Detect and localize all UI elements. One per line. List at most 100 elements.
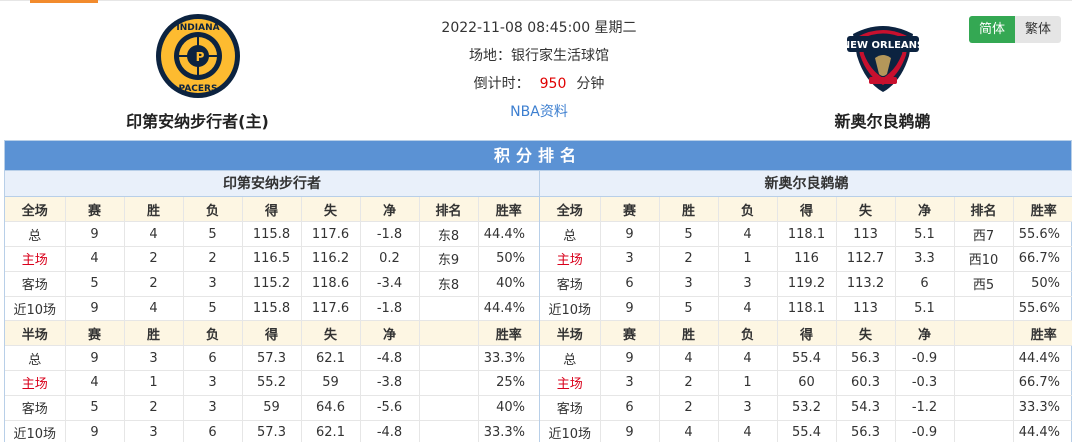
table-cell: 4 — [124, 221, 184, 248]
away-team[interactable]: NEW ORLEANS 新奥尔良鹈鹕 — [795, 12, 970, 132]
table-cell: 113.2 — [836, 271, 896, 297]
standings-section: 积分排名 印第安纳步行者 全场赛胜负得失净排名 胜率总 9 4 5 115.8 117.6-… — [4, 140, 1072, 442]
table-cell: -1.8 — [360, 296, 420, 322]
table-header-cell: 胜 — [659, 197, 719, 223]
table-cell: 东9 — [419, 246, 479, 272]
table-cell — [419, 420, 479, 442]
table-cell: 56.3 — [836, 420, 896, 442]
pelicans-logo-icon: NEW ORLEANS — [839, 12, 927, 100]
table-cell: 116.5 — [242, 246, 302, 272]
table-row: 近10场 9 5 4 118.1 113 5.1 55.6% — [540, 296, 1072, 322]
table-cell: 东8 — [419, 271, 479, 297]
table-cell: 55.6% — [1013, 221, 1072, 248]
table-header-row: 半场赛胜负得失净 胜率 — [540, 320, 1072, 347]
table-cell: 115.8 — [242, 296, 302, 322]
table-cell: -0.9 — [895, 420, 955, 442]
table-cell: 50% — [1013, 271, 1072, 297]
table-header-cell: 得 — [242, 320, 302, 347]
table-cell: 6 — [600, 395, 660, 421]
table-cell — [954, 296, 1014, 322]
table-header-cell: 负 — [183, 197, 243, 223]
away-panel-title: 新奥尔良鹈鹕 — [540, 170, 1072, 197]
table-header-cell: 胜 — [124, 320, 184, 347]
table-cell: 40% — [478, 395, 539, 421]
table-header-row: 全场赛胜负得失净排名 胜率 — [540, 197, 1072, 223]
table-cell: 55.6% — [1013, 296, 1072, 322]
table-cell: 4 — [65, 246, 125, 272]
table-header-cell: 失 — [301, 197, 361, 223]
table-header-cell: 全场 — [540, 197, 601, 223]
table-cell: 57.3 — [242, 420, 302, 442]
table-cell: 33.3% — [478, 420, 539, 442]
table-header-row: 全场赛胜负得失净排名 胜率 — [5, 197, 539, 223]
table-cell: 3 — [659, 271, 719, 297]
table-header-cell: 赛 — [65, 320, 125, 347]
table-cell: 主场 — [5, 370, 66, 396]
table-cell: 3 — [718, 395, 778, 421]
table-cell — [419, 296, 479, 322]
table-cell: 3 — [600, 246, 660, 272]
simplified-chinese-button[interactable]: 简体 — [969, 16, 1016, 43]
countdown-value: 950 — [539, 76, 567, 92]
table-cell: 客场 — [5, 395, 66, 421]
table-cell: 59 — [242, 395, 302, 421]
traditional-chinese-button[interactable]: 繁体 — [1015, 16, 1062, 43]
table-header-cell: 胜率 — [1013, 197, 1072, 223]
table-row: 总 9 4 4 55.4 56.3 -0.9 44.4% — [540, 345, 1072, 372]
table-header-cell: 胜率 — [478, 320, 539, 347]
table-cell: 3 — [124, 345, 184, 372]
table-cell: 66.7% — [1013, 370, 1072, 396]
table-cell: 主场 — [540, 370, 601, 396]
table-cell: 9 — [65, 221, 125, 248]
table-cell: -3.4 — [360, 271, 420, 297]
table-header-cell: 得 — [777, 197, 837, 223]
table-header-cell: 净 — [895, 320, 955, 347]
table-cell: 总 — [540, 221, 601, 248]
table-header-cell: 排名 — [419, 197, 479, 223]
table-cell: 3 — [600, 370, 660, 396]
table-cell: 1 — [718, 246, 778, 272]
table-cell: 33.3% — [1013, 395, 1072, 421]
table-cell: 113 — [836, 221, 896, 248]
away-standings-panel: 新奥尔良鹈鹕 全场赛胜负得失净排名 胜率总 9 5 4 118.1 113 5.1 西7 55.6… — [539, 170, 1072, 442]
table-cell: 客场 — [540, 395, 601, 421]
table-cell: 3 — [183, 370, 243, 396]
table-cell: 119.2 — [777, 271, 837, 297]
table-row: 主场 4 1 3 55.2 59 -3.8 25% — [5, 370, 539, 396]
table-cell: 118.1 — [777, 296, 837, 322]
home-standings-panel: 印第安纳步行者 全场赛胜负得失净排名 胜率总 9 4 5 115.8 117.6 -1.8 东8… — [5, 170, 539, 442]
table-cell: 53.2 — [777, 395, 837, 421]
table-row: 客场 6 3 3 119.2 113.2 6 西5 50% — [540, 271, 1072, 297]
table-cell: 6 — [600, 271, 660, 297]
table-cell: 5.1 — [895, 221, 955, 248]
table-header-cell — [954, 320, 1014, 347]
table-cell: 9 — [65, 345, 125, 372]
table-header-cell: 半场 — [540, 320, 601, 347]
table-cell: 总 — [5, 221, 66, 248]
svg-text:PACERS: PACERS — [178, 84, 217, 94]
table-cell: 客场 — [540, 271, 601, 297]
table-header-cell: 胜率 — [1013, 320, 1072, 347]
table-cell: 117.6 — [301, 296, 361, 322]
table-header-cell: 排名 — [954, 197, 1014, 223]
away-standings-table: 全场赛胜负得失净排名 胜率总 9 5 4 118.1 113 5.1 西7 55.6% 主场 3 2 1 1… — [540, 197, 1072, 442]
table-header-cell: 失 — [836, 320, 896, 347]
away-team-name: 新奥尔良鹈鹕 — [834, 112, 931, 131]
table-header-cell: 胜 — [659, 320, 719, 347]
table-row: 近10场 9 4 5 115.8 117.6 -1.8 44.4% — [5, 296, 539, 322]
table-row: 主场 3 2 1 60 60.3 -0.3 66.7% — [540, 370, 1072, 396]
table-cell: -5.6 — [360, 395, 420, 421]
table-row: 客场 5 2 3 59 64.6 -5.6 40% — [5, 395, 539, 421]
table-cell: 4 — [718, 345, 778, 372]
pacers-logo-icon: INDIANA PACERS P — [154, 12, 242, 100]
table-cell: 1 — [124, 370, 184, 396]
table-cell: 近10场 — [540, 420, 601, 442]
table-cell: 西10 — [954, 246, 1014, 272]
home-team[interactable]: INDIANA PACERS P 印第安纳步行者(主) — [110, 12, 285, 132]
table-cell: 2 — [124, 395, 184, 421]
countdown-label: 倒计时： — [473, 76, 530, 92]
nba-info-link[interactable]: NBA资料 — [510, 104, 568, 120]
table-cell: 近10场 — [5, 296, 66, 322]
table-cell: 44.4% — [478, 296, 539, 322]
table-cell: 2 — [659, 246, 719, 272]
